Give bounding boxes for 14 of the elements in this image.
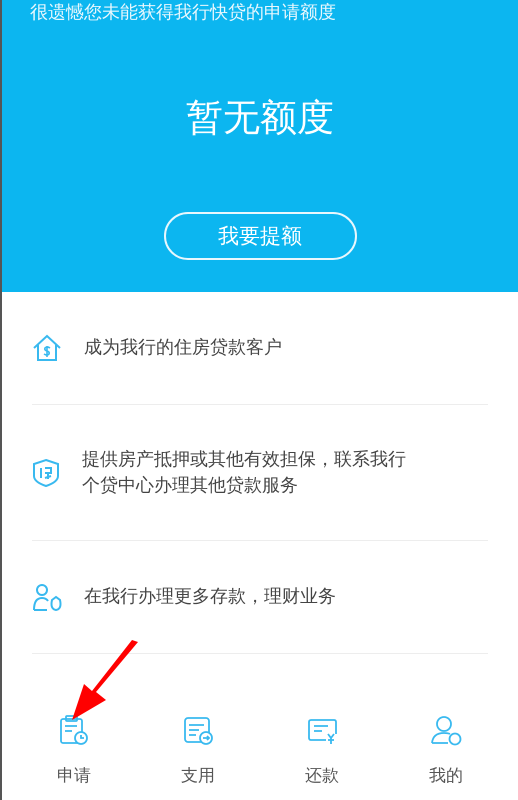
suggestion-text: 在我行办理更多存款，理财业务 — [84, 585, 337, 609]
tab-bar-item[interactable]: 还款 — [282, 714, 362, 787]
tab-bar-item[interactable]: 我的 — [406, 714, 486, 787]
house-dollar-icon — [32, 333, 62, 363]
document-arrow-icon — [182, 714, 214, 746]
shield-icon — [32, 458, 60, 488]
notice-text: 很遗憾您未能获得我行快贷的申请额度 — [30, 1, 336, 25]
tab-bar-item[interactable]: 申请 — [34, 714, 114, 787]
tab-bar-item[interactable]: 支用 — [158, 714, 238, 787]
clipboard-clock-icon — [58, 714, 90, 746]
suggestion-text: 成为我行的住房贷款客户 — [84, 336, 283, 360]
quota-title: 暂无额度 — [186, 95, 334, 141]
user-icon — [430, 714, 462, 746]
suggestion-text: 提供房产抵押或其他有效担保，联系我行个贷中心办理其他贷款服务 — [82, 448, 407, 498]
